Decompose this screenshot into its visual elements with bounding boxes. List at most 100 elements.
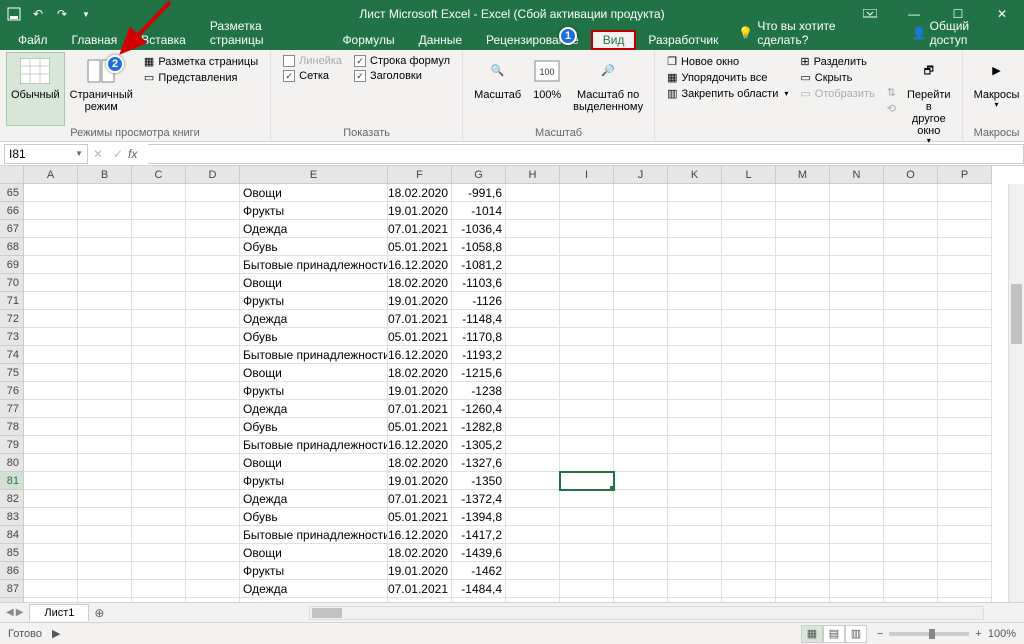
- cell-G88[interactable]: -1506,8: [452, 598, 506, 602]
- row-header-86[interactable]: 86: [0, 562, 24, 580]
- cell-M88[interactable]: [776, 598, 830, 602]
- cell-C82[interactable]: [132, 490, 186, 508]
- cell-P81[interactable]: [938, 472, 992, 490]
- cell-E82[interactable]: Одежда: [240, 490, 388, 508]
- cell-I86[interactable]: [560, 562, 614, 580]
- view-pagelayout-icon[interactable]: ▤: [823, 625, 845, 643]
- zoom-slider[interactable]: [889, 632, 969, 636]
- cell-B75[interactable]: [78, 364, 132, 382]
- cell-J87[interactable]: [614, 580, 668, 598]
- cell-E76[interactable]: Фрукты: [240, 382, 388, 400]
- cell-G81[interactable]: -1350: [452, 472, 506, 490]
- cell-P86[interactable]: [938, 562, 992, 580]
- cell-N81[interactable]: [830, 472, 884, 490]
- cell-O75[interactable]: [884, 364, 938, 382]
- cell-B74[interactable]: [78, 346, 132, 364]
- cell-P78[interactable]: [938, 418, 992, 436]
- cell-M81[interactable]: [776, 472, 830, 490]
- cell-L84[interactable]: [722, 526, 776, 544]
- cell-E67[interactable]: Одежда: [240, 220, 388, 238]
- cell-O86[interactable]: [884, 562, 938, 580]
- cell-F82[interactable]: 07.01.2021: [388, 490, 452, 508]
- cell-F67[interactable]: 07.01.2021: [388, 220, 452, 238]
- cell-G83[interactable]: -1394,8: [452, 508, 506, 526]
- row-header-78[interactable]: 78: [0, 418, 24, 436]
- cell-I81[interactable]: [560, 472, 614, 490]
- cell-N76[interactable]: [830, 382, 884, 400]
- cell-O71[interactable]: [884, 292, 938, 310]
- cell-A87[interactable]: [24, 580, 78, 598]
- cell-D68[interactable]: [186, 238, 240, 256]
- row-header-76[interactable]: 76: [0, 382, 24, 400]
- col-header-L[interactable]: L: [722, 166, 776, 184]
- cell-D88[interactable]: [186, 598, 240, 602]
- cell-J74[interactable]: [614, 346, 668, 364]
- cell-L71[interactable]: [722, 292, 776, 310]
- cell-L65[interactable]: [722, 184, 776, 202]
- cell-E69[interactable]: Бытовые принадлежности: [240, 256, 388, 274]
- cell-C65[interactable]: [132, 184, 186, 202]
- cell-O70[interactable]: [884, 274, 938, 292]
- cell-N68[interactable]: [830, 238, 884, 256]
- cell-B81[interactable]: [78, 472, 132, 490]
- cell-B67[interactable]: [78, 220, 132, 238]
- cell-K80[interactable]: [668, 454, 722, 472]
- cell-D66[interactable]: [186, 202, 240, 220]
- cell-P73[interactable]: [938, 328, 992, 346]
- cell-H82[interactable]: [506, 490, 560, 508]
- row-header-65[interactable]: 65: [0, 184, 24, 202]
- cell-N83[interactable]: [830, 508, 884, 526]
- cell-J82[interactable]: [614, 490, 668, 508]
- cell-G78[interactable]: -1282,8: [452, 418, 506, 436]
- cell-K83[interactable]: [668, 508, 722, 526]
- cell-D83[interactable]: [186, 508, 240, 526]
- cell-I78[interactable]: [560, 418, 614, 436]
- cell-M79[interactable]: [776, 436, 830, 454]
- cell-K87[interactable]: [668, 580, 722, 598]
- cell-D71[interactable]: [186, 292, 240, 310]
- vertical-scrollbar[interactable]: [1008, 184, 1024, 602]
- cell-C69[interactable]: [132, 256, 186, 274]
- tab-file[interactable]: Файл: [6, 30, 60, 50]
- cell-P88[interactable]: [938, 598, 992, 602]
- cell-A74[interactable]: [24, 346, 78, 364]
- col-header-J[interactable]: J: [614, 166, 668, 184]
- cell-M82[interactable]: [776, 490, 830, 508]
- cell-J75[interactable]: [614, 364, 668, 382]
- cell-D80[interactable]: [186, 454, 240, 472]
- cell-G75[interactable]: -1215,6: [452, 364, 506, 382]
- cell-C71[interactable]: [132, 292, 186, 310]
- cell-G76[interactable]: -1238: [452, 382, 506, 400]
- cell-P82[interactable]: [938, 490, 992, 508]
- cell-H87[interactable]: [506, 580, 560, 598]
- cell-P68[interactable]: [938, 238, 992, 256]
- cell-L74[interactable]: [722, 346, 776, 364]
- cell-D67[interactable]: [186, 220, 240, 238]
- cell-F75[interactable]: 18.02.2020: [388, 364, 452, 382]
- col-header-F[interactable]: F: [388, 166, 452, 184]
- cell-L68[interactable]: [722, 238, 776, 256]
- cell-C75[interactable]: [132, 364, 186, 382]
- sheet-nav-prev-icon[interactable]: ◀: [6, 607, 14, 618]
- cell-A68[interactable]: [24, 238, 78, 256]
- cell-L70[interactable]: [722, 274, 776, 292]
- cell-D76[interactable]: [186, 382, 240, 400]
- cell-J65[interactable]: [614, 184, 668, 202]
- cell-H88[interactable]: [506, 598, 560, 602]
- cell-D78[interactable]: [186, 418, 240, 436]
- cell-I71[interactable]: [560, 292, 614, 310]
- cell-J66[interactable]: [614, 202, 668, 220]
- cell-J68[interactable]: [614, 238, 668, 256]
- cell-F87[interactable]: 07.01.2021: [388, 580, 452, 598]
- cell-F86[interactable]: 19.01.2020: [388, 562, 452, 580]
- cell-O76[interactable]: [884, 382, 938, 400]
- cell-J70[interactable]: [614, 274, 668, 292]
- cell-M85[interactable]: [776, 544, 830, 562]
- cell-A79[interactable]: [24, 436, 78, 454]
- redo-icon[interactable]: ↷: [50, 2, 74, 26]
- cell-K73[interactable]: [668, 328, 722, 346]
- save-icon[interactable]: [2, 2, 26, 26]
- zoom-button[interactable]: 🔍Масштаб: [469, 52, 526, 126]
- cell-C81[interactable]: [132, 472, 186, 490]
- cell-E71[interactable]: Фрукты: [240, 292, 388, 310]
